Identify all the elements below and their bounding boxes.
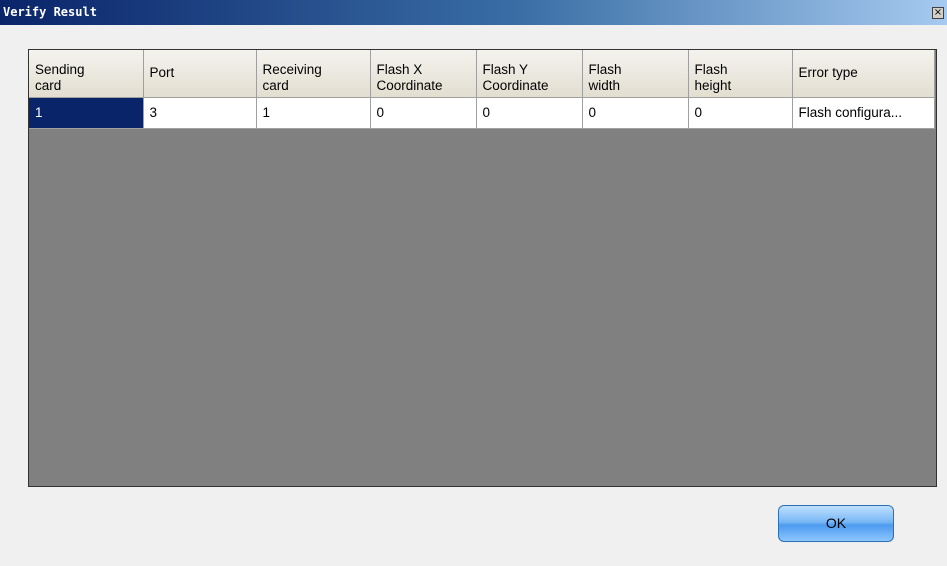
column-header-port[interactable]: Port [143,50,257,98]
cell-error-type[interactable]: Flash configura... [792,97,935,129]
column-header-flash-y-coordinate[interactable]: Flash Y Coordinate [476,50,583,98]
window-title: Verify Result [3,5,97,19]
table-row[interactable]: 1 3 1 0 0 0 0 Flash configura... [29,97,935,129]
column-header-receiving-card[interactable]: Receiving card [256,50,371,98]
close-button[interactable]: × [932,7,944,19]
cell-flash-y-coordinate[interactable]: 0 [476,97,583,129]
column-header-flash-x-coordinate[interactable]: Flash X Coordinate [370,50,477,98]
cell-flash-x-coordinate[interactable]: 0 [370,97,477,129]
results-table: Sending card Port Receiving card Flash X Co… [29,50,935,129]
cell-port[interactable]: 3 [143,97,257,129]
column-header-error-type[interactable]: Error type [792,50,935,98]
column-header-sending-card[interactable]: Sending card [29,50,144,98]
header-row: Sending card Port Receiving card Flash X Co… [29,50,935,98]
column-header-flash-height[interactable]: Flash height [688,50,793,98]
column-header-flash-width[interactable]: Flash width [582,50,689,98]
cell-flash-width[interactable]: 0 [582,97,689,129]
cell-sending-card[interactable]: 1 [29,97,144,129]
ok-button[interactable]: OK [778,505,894,542]
cell-receiving-card[interactable]: 1 [256,97,371,129]
cell-flash-height[interactable]: 0 [688,97,793,129]
verify-result-grid[interactable]: Sending card Port Receiving card Flash X Co… [28,49,937,487]
title-bar: Verify Result × [0,0,947,25]
close-icon: × [933,7,943,18]
